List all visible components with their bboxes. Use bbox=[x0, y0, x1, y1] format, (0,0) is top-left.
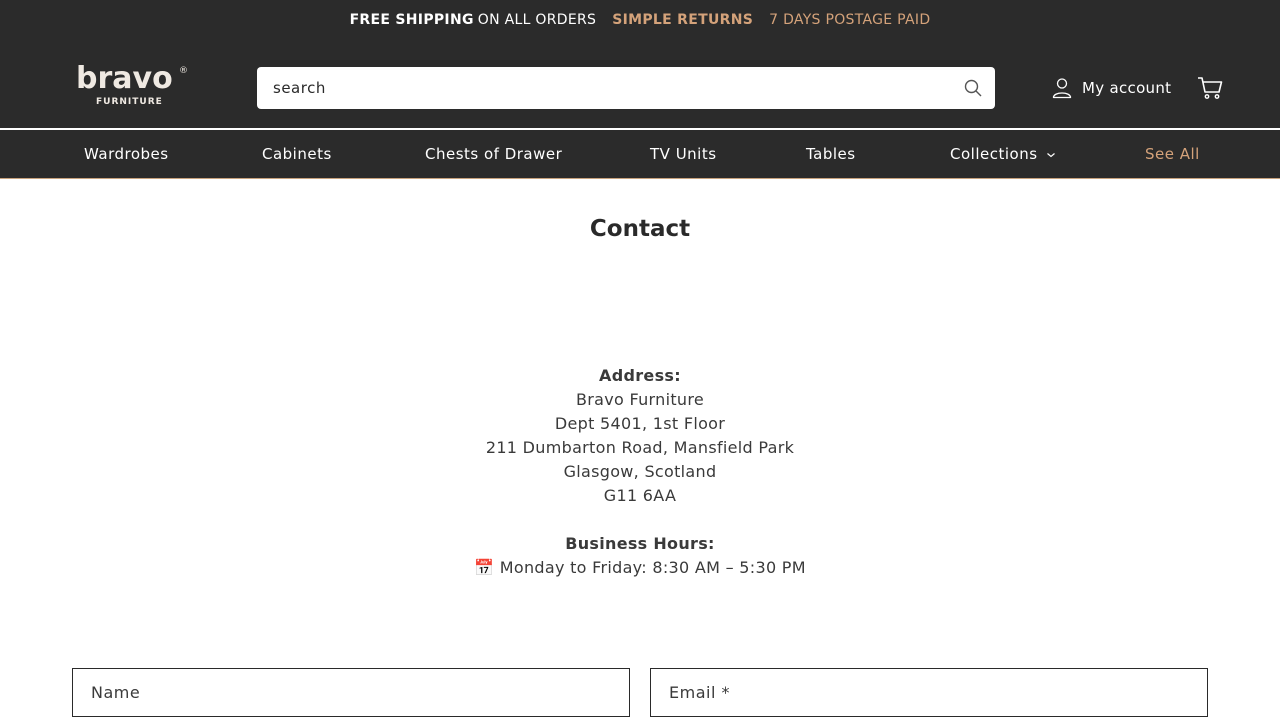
nav-item-chests-of-drawer[interactable]: Chests of Drawer bbox=[425, 145, 562, 163]
search-icon[interactable] bbox=[963, 78, 983, 98]
cart-icon[interactable] bbox=[1196, 74, 1224, 102]
site-header: bravo ® FURNITURE My account bbox=[0, 40, 1280, 128]
calendar-icon: 📅 bbox=[474, 558, 495, 577]
name-input[interactable] bbox=[73, 669, 629, 716]
account-link[interactable]: My account bbox=[1052, 76, 1171, 100]
email-input[interactable] bbox=[651, 669, 1207, 716]
simple-returns-text: SIMPLE RETURNS bbox=[612, 12, 754, 28]
business-hours-line: 📅 Monday to Friday: 8:30 AM – 5:30 PM bbox=[0, 556, 1280, 580]
free-shipping-text: FREE SHIPPING bbox=[349, 12, 474, 28]
address-line: 211 Dumbarton Road, Mansfield Park bbox=[485, 438, 795, 457]
search-input[interactable] bbox=[257, 67, 957, 109]
nav-item-cabinets[interactable]: Cabinets bbox=[262, 145, 332, 163]
address-line: G11 6AA bbox=[603, 486, 677, 505]
name-field bbox=[72, 668, 630, 717]
chevron-down-icon bbox=[1046, 152, 1055, 157]
nav-item-tables[interactable]: Tables bbox=[806, 145, 856, 163]
logo[interactable]: bravo ® FURNITURE bbox=[76, 62, 188, 110]
email-field bbox=[650, 668, 1208, 717]
address-line: Bravo Furniture bbox=[575, 390, 705, 409]
nav-item-wardrobes[interactable]: Wardrobes bbox=[84, 145, 169, 163]
announcement-bar: FREE SHIPPING ON ALL ORDERS SIMPLE RETUR… bbox=[0, 0, 1280, 40]
account-label: My account bbox=[1082, 79, 1172, 97]
business-hours-label: Business Hours: bbox=[565, 534, 715, 553]
nav-item-tv-units[interactable]: TV Units bbox=[650, 145, 717, 163]
search-bar bbox=[257, 67, 995, 109]
contact-info: Address: Bravo Furniture Dept 5401, 1st … bbox=[0, 364, 1280, 580]
address-line: Dept 5401, 1st Floor bbox=[554, 414, 726, 433]
postage-paid-text: 7 DAYS POSTAGE PAID bbox=[769, 12, 931, 28]
logo-subtitle: FURNITURE bbox=[96, 97, 163, 107]
address-label: Address: bbox=[599, 366, 681, 385]
logo-registered-mark: ® bbox=[179, 66, 188, 76]
nav-item-collections-label: Collections bbox=[950, 145, 1038, 163]
nav-item-collections[interactable]: Collections bbox=[950, 145, 1056, 163]
nav-item-see-all[interactable]: See All bbox=[1145, 145, 1200, 163]
business-hours-text: Monday to Friday: 8:30 AM – 5:30 PM bbox=[499, 558, 806, 577]
all-orders-text: ON ALL ORDERS bbox=[477, 12, 597, 28]
address-line: Glasgow, Scotland bbox=[563, 462, 717, 481]
main-nav: Wardrobes Cabinets Chests of Drawer TV U… bbox=[0, 128, 1280, 179]
user-icon bbox=[1052, 78, 1072, 99]
logo-wordmark: bravo bbox=[76, 61, 173, 96]
page-title: Contact bbox=[589, 216, 691, 242]
